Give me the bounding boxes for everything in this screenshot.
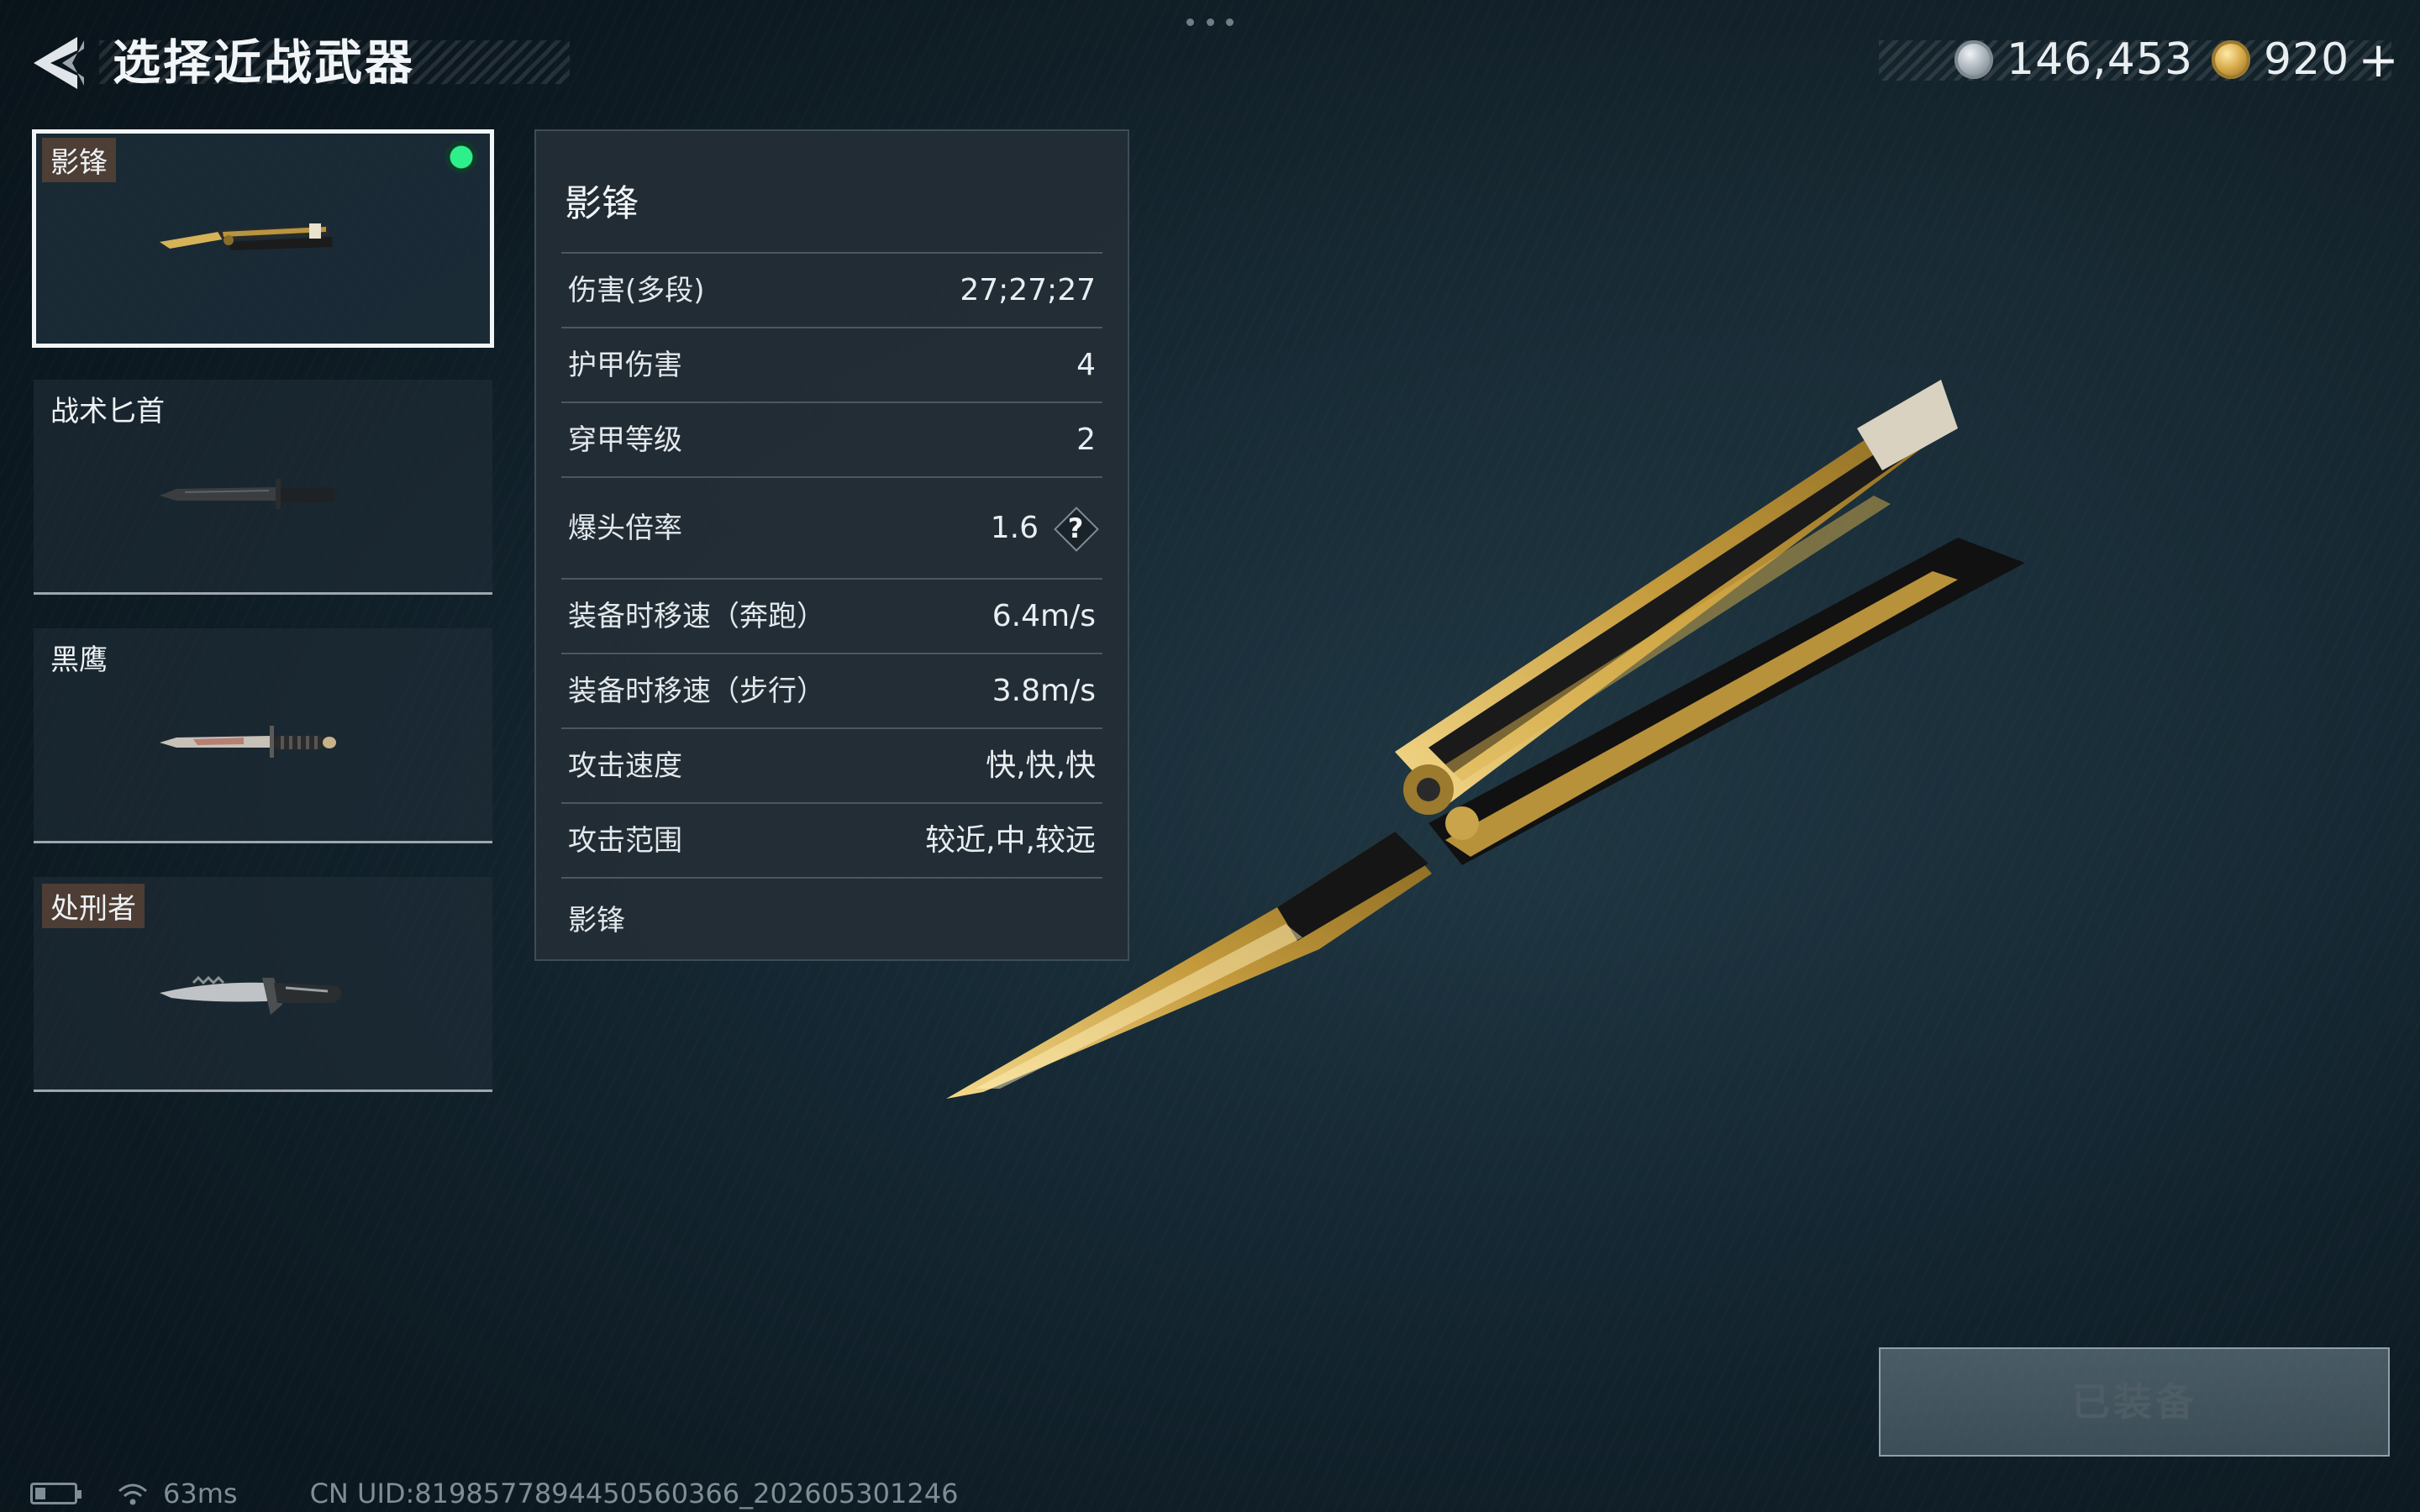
back-button[interactable]: [29, 32, 87, 94]
stat-row-damage: 伤害(多段) 27;27;27: [561, 252, 1102, 328]
stat-label: 攻击速度: [568, 749, 682, 783]
equipped-button[interactable]: 已装备: [1879, 1347, 2390, 1457]
tactical-dagger-icon: [160, 479, 334, 509]
description-text: 影锋: [568, 904, 625, 937]
stat-label: 护甲伤害: [568, 349, 682, 382]
currency-gold: 920 +: [2212, 30, 2399, 89]
executioner-knife-icon: [160, 975, 342, 1015]
currency-silver: 146,453: [1954, 30, 2193, 89]
weapon-card-name: 黑鹰: [50, 643, 108, 677]
uid-text: CN UID:8198577894450560366_202605301246: [309, 1478, 959, 1509]
ping-text: 63ms: [163, 1478, 238, 1509]
card-divider: [34, 1089, 492, 1092]
butterfly-knife-icon: [160, 223, 333, 250]
equipped-button-label: 已装备: [2071, 1379, 2197, 1425]
stat-label: 伤害(多段): [568, 274, 705, 307]
blackhawk-knife-icon: [160, 726, 336, 758]
battery-icon: [30, 1483, 82, 1504]
page-title-bar: 选择近战武器: [99, 34, 570, 92]
card-divider: [34, 841, 492, 843]
gold-currency-value: 920: [2264, 34, 2350, 85]
stat-label: 攻击范围: [568, 824, 682, 858]
weapon-card-name: 战术匕首: [50, 395, 165, 428]
weapon-card-tactical-dagger[interactable]: 战术匕首: [34, 380, 492, 595]
status-footer: 63ms CN UID:8198577894450560366_20260530…: [30, 1477, 958, 1510]
back-arrow-icon: [34, 37, 84, 89]
weapon-card-yingfeng[interactable]: 影锋: [32, 129, 494, 348]
more-options-icon[interactable]: [1186, 18, 1234, 27]
weapon-card-executioner[interactable]: 处刑者: [34, 877, 492, 1092]
stat-label: 穿甲等级: [568, 423, 682, 457]
weapon-card-blackhawk[interactable]: 黑鹰: [34, 628, 492, 843]
weapon-card-name: 处刑者: [42, 884, 145, 928]
stat-label: 装备时移速（步行）: [568, 675, 825, 708]
weapon-card-name: 影锋: [42, 138, 116, 182]
stat-label: 爆头倍率: [568, 512, 682, 545]
page-title: 选择近战武器: [113, 35, 415, 91]
silver-currency-value: 146,453: [2007, 34, 2194, 85]
wifi-icon: [118, 1483, 147, 1505]
stat-label: 装备时移速（奔跑）: [568, 600, 825, 633]
panel-weapon-name: 影锋: [565, 182, 639, 225]
equipped-indicator-icon: [445, 141, 477, 173]
add-currency-button[interactable]: +: [2358, 31, 2399, 88]
card-divider: [34, 592, 492, 595]
gold-coin-icon: [2212, 40, 2250, 79]
silver-coin-icon: [1954, 40, 1993, 79]
stat-value: 27;27;27: [960, 273, 1096, 307]
butterfly-knife-preview[interactable]: [924, 370, 2050, 1126]
